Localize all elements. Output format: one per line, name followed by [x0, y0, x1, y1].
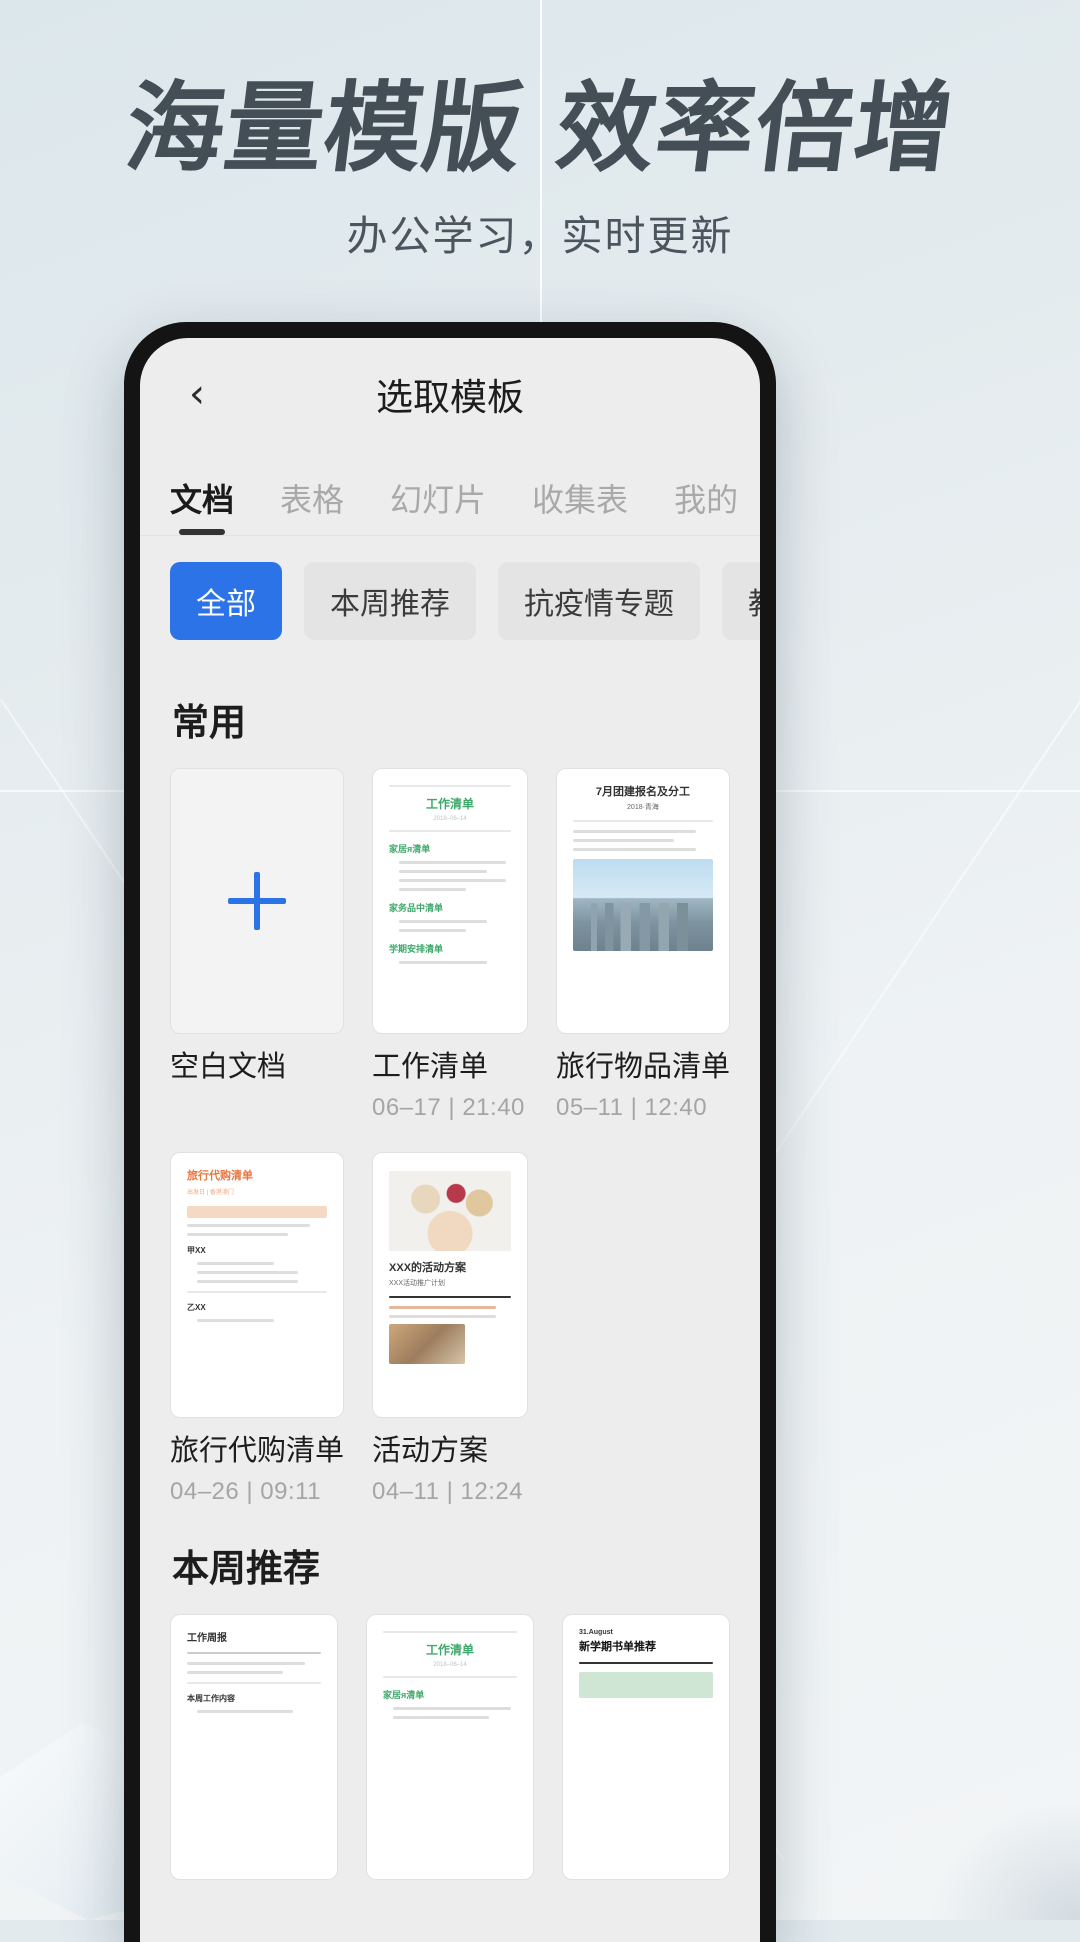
template-card-event-plan[interactable]: XXX的活动方案 XXX活动推广计划 活动方案 04–11 | 12:24 [372, 1151, 528, 1506]
thumb-subtitle: XXX活动推广计划 [389, 1279, 446, 1287]
thumb-subtitle: 出发日 | 香港澳门 [187, 1189, 234, 1196]
thumbnail-preview: XXX的活动方案 XXX活动推广计划 [373, 1153, 527, 1378]
promo-subheadline: 办公学习，实时更新 [346, 213, 734, 259]
template-card-worklist[interactable]: 工作清单 2018–06–14 家居я清单 家务品中清单 学期安排清单 工作清单 [372, 768, 528, 1122]
page-title: 选取模板 [376, 377, 524, 418]
chip-all[interactable]: 全部 [170, 562, 282, 640]
decorative-shadow [930, 1800, 1080, 1920]
thumb-heading: 家居я清单 [389, 844, 431, 854]
template-thumbnail[interactable]: 7月团建报名及分工 2018·青海 [555, 768, 730, 1034]
thumb-subtitle: 2018–06–14 [433, 1661, 467, 1668]
template-thumbnail[interactable]: XXX的活动方案 XXX活动推广计划 [372, 1151, 528, 1418]
template-content: 常用 空白文档 工作清单 2018–06–14 家居я清单 家务品中清单 学期安… [140, 692, 760, 1880]
thumb-heading: 本周工作内容 [187, 1693, 235, 1703]
plus-icon [228, 872, 286, 930]
template-thumbnail[interactable]: 工作清单 2018–06–14 家居я清单 [366, 1613, 534, 1880]
template-label: 旅行物品清单 [555, 1051, 730, 1083]
section-title-frequent: 常用 [172, 702, 246, 743]
chip-education[interactable]: 教育 [722, 562, 760, 640]
template-card-travel-items[interactable]: 7月团建报名及分工 2018·青海 旅行物品清单 05–11 | 12:40 [555, 768, 730, 1122]
template-thumbnail[interactable]: 旅行代购清单 出发日 | 香港澳门 甲XX 乙XX [170, 1151, 345, 1418]
app-navbar: ‹ 选取模板 [140, 338, 760, 450]
template-card-empty-slot [556, 1152, 730, 1506]
thumbnail-preview: 31.August 新学期书单推荐 [563, 1615, 729, 1712]
thumb-heading: 家居я清单 [383, 1689, 425, 1700]
thumb-title: 工作清单 [425, 797, 474, 811]
template-date: 05–11 | 12:40 [555, 1093, 708, 1121]
template-card-blank[interactable]: 空白文档 [170, 768, 345, 1122]
thumb-date: 31.August [579, 1628, 613, 1636]
section-title-weekly: 本周推荐 [172, 1547, 320, 1589]
thumb-title: XXX的活动方案 [389, 1261, 467, 1274]
thumb-title: 旅行代购清单 [187, 1169, 253, 1182]
template-card-worklist-2[interactable]: 工作清单 2018–06–14 家居я清单 [366, 1613, 534, 1880]
thumb-subtitle: 2018·青海 [627, 804, 659, 811]
template-date: 04–11 | 12:24 [372, 1477, 524, 1505]
template-card-weekly-report[interactable]: 工作周报 本周工作内容 [170, 1613, 338, 1880]
tab-bar: 文档 表格 幻灯片 收集表 我的 [140, 450, 760, 536]
promo-headline: 海量模版 效率倍增 [119, 72, 961, 186]
thumb-heading: 学期安排清单 [389, 944, 444, 954]
template-date: 06–17 | 21:40 [372, 1093, 525, 1121]
thumb-title: 工作清单 [425, 1642, 474, 1657]
thumb-green-block [579, 1671, 713, 1698]
tab-mine[interactable]: 我的 [674, 475, 738, 535]
thumb-photo-party [389, 1170, 511, 1251]
template-label: 空白文档 [170, 1051, 287, 1083]
template-grid-frequent: 空白文档 工作清单 2018–06–14 家居я清单 家务品中清单 学期安排清单… [170, 768, 730, 1506]
thumb-heading: 乙XX [187, 1302, 206, 1312]
thumbnail-preview: 7月团建报名及分工 2018·青海 [557, 769, 729, 965]
thumbnail-preview: 旅行代购清单 出发日 | 香港澳门 甲XX 乙XX [171, 1153, 343, 1336]
chip-epidemic-topic[interactable]: 抗疫情专题 [498, 562, 700, 640]
tab-documents[interactable]: 文档 [170, 475, 234, 535]
template-date: 04–26 | 09:11 [170, 1477, 322, 1505]
thumb-photo-city [572, 859, 713, 951]
phone-screen: ‹ 选取模板 文档 表格 幻灯片 收集表 我的 全部 本周推荐 抗疫情专题 教育… [140, 338, 760, 1942]
template-thumbnail[interactable] [170, 768, 345, 1034]
template-thumbnail[interactable]: 工作周报 本周工作内容 [170, 1613, 338, 1880]
thumbnail-preview: 工作清单 2018–06–14 家居я清单 家务品中清单 学期安排清单 [373, 769, 527, 978]
tab-forms[interactable]: 收集表 [532, 475, 628, 535]
chip-weekly-recommend[interactable]: 本周推荐 [304, 562, 476, 640]
template-label: 旅行代购清单 [170, 1434, 345, 1467]
template-thumbnail[interactable]: 31.August 新学期书单推荐 [562, 1613, 730, 1880]
template-grid-weekly: 工作周报 本周工作内容 工作清单 2018–06–14 家居я清单 31.Aug… [170, 1613, 730, 1880]
template-card-travel-buy[interactable]: 旅行代购清单 出发日 | 香港澳门 甲XX 乙XX 旅行代购清单 04–26 |… [170, 1151, 345, 1506]
thumbnail-preview: 工作周报 本周工作内容 [171, 1615, 337, 1727]
thumb-heading: 甲XX [187, 1245, 206, 1255]
filter-chip-row[interactable]: 全部 本周推荐 抗疫情专题 教育 [140, 536, 760, 660]
template-label: 活动方案 [372, 1434, 489, 1467]
phone-mockup: ‹ 选取模板 文档 表格 幻灯片 收集表 我的 全部 本周推荐 抗疫情专题 教育… [124, 322, 776, 1942]
thumb-heading: 家务品中清单 [389, 903, 444, 913]
thumb-highlight-band [187, 1205, 328, 1218]
thumb-title: 新学期书单推荐 [579, 1640, 656, 1653]
template-card-booklist[interactable]: 31.August 新学期书单推荐 [562, 1613, 730, 1880]
thumb-title: 工作周报 [187, 1632, 227, 1644]
thumb-subtitle: 2018–06–14 [433, 816, 467, 822]
thumb-title: 7月团建报名及分工 [595, 786, 691, 798]
thumbnail-preview: 工作清单 2018–06–14 家居я清单 [367, 1615, 533, 1733]
tab-spreadsheets[interactable]: 表格 [280, 475, 344, 535]
template-thumbnail[interactable]: 工作清单 2018–06–14 家居я清单 家务品中清单 学期安排清单 [372, 768, 528, 1034]
template-label: 工作清单 [372, 1051, 489, 1083]
thumb-photo-food [389, 1323, 465, 1364]
tab-slides[interactable]: 幻灯片 [390, 475, 486, 535]
back-icon[interactable]: ‹ [174, 371, 220, 417]
